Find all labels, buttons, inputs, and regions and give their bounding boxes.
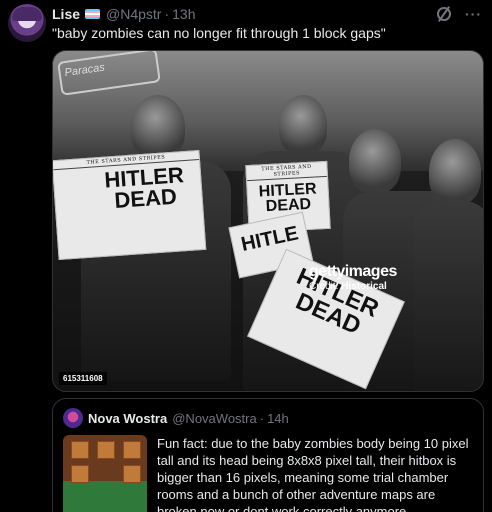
separator-dot: ·	[164, 6, 170, 22]
paper-headline-2: HITLER DEAD	[258, 180, 317, 216]
paper-headline-3: HITLE	[239, 222, 301, 256]
quoted-tweet-header: Nova Wostra @NovaWostra · 14h	[63, 408, 289, 428]
soldier-4-body	[413, 201, 483, 391]
getty-logo: gettyimages	[309, 263, 397, 280]
quoted-tweet-text: Fun fact: due to the baby zombies body b…	[157, 436, 469, 512]
thumb-tile	[97, 441, 115, 459]
thumb-tile	[123, 465, 141, 483]
soldier-1-head	[131, 95, 185, 159]
quoted-author-avatar	[63, 408, 83, 428]
quoted-media-thumbnail[interactable]	[63, 435, 147, 512]
getty-watermark: gettyimages Credit: Historical	[309, 263, 397, 292]
image-id-badge: 615311608	[59, 372, 107, 385]
soldier-2-head	[279, 95, 327, 155]
credit-label: Credit:	[309, 281, 339, 292]
grok-icon[interactable]	[435, 5, 453, 23]
soldier-3-head	[349, 129, 401, 193]
quoted-tweet[interactable]: Nova Wostra @NovaWostra · 14h Fun fact: …	[52, 398, 484, 512]
tweet-photo[interactable]: Paracas THE STARS AND STRIPES HITLER DEA…	[52, 50, 484, 392]
thumb-tile	[123, 441, 141, 459]
more-options-icon[interactable]: ···	[465, 6, 482, 22]
trans-flag-icon	[85, 9, 101, 19]
credit-value: Historical	[341, 281, 387, 292]
soldier-4-head	[429, 139, 481, 205]
tweet-time[interactable]: 13h	[172, 6, 195, 22]
author-name[interactable]: Lise	[52, 6, 80, 22]
quoted-author-handle: @NovaWostra	[172, 410, 257, 426]
thumb-tile	[71, 465, 89, 483]
thumb-tile	[71, 441, 89, 459]
quoted-tweet-time: 14h	[267, 410, 289, 426]
author-handle[interactable]: @N4pstr	[106, 6, 161, 22]
newspaper-1: THE STARS AND STRIPES HITLER DEAD	[53, 149, 207, 261]
tweet-text: "baby zombies can no longer fit through …	[52, 25, 386, 41]
quoted-author-name: Nova Wostra	[88, 410, 168, 426]
author-avatar[interactable]	[8, 4, 46, 42]
quoted-separator-dot: ·	[259, 410, 265, 426]
paper-headline-1: HITLER DEAD	[103, 162, 185, 213]
tweet-header: Lise @N4pstr · 13h ···	[52, 5, 482, 23]
